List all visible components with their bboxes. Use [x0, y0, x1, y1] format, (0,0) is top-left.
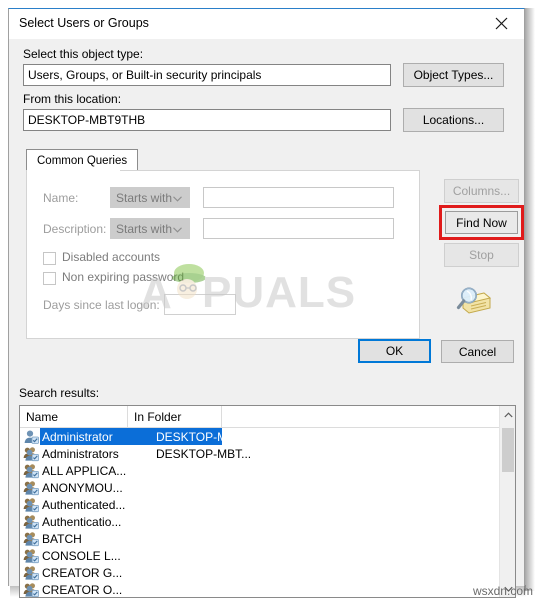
- select-users-or-groups-dialog: Select Users or Groups Select this objec…: [8, 8, 525, 598]
- list-rows: Administrator DESKTOP-MBT... Administrator…: [20, 428, 515, 597]
- cancel-button[interactable]: Cancel: [441, 340, 514, 363]
- cell-name: Authenticated...: [42, 497, 126, 512]
- tab-strip: Common Queries: [26, 149, 420, 171]
- group-icon: [23, 582, 39, 597]
- group-icon: [23, 446, 39, 462]
- cell-name: ANONYMOU...: [42, 480, 123, 495]
- disabled-accounts-label: Disabled accounts: [62, 250, 161, 264]
- cell-name: CONSOLE L...: [42, 548, 121, 563]
- results-scrollbar[interactable]: [499, 406, 515, 597]
- object-types-button[interactable]: Object Types...: [403, 63, 504, 87]
- screenshot-canvas: Select Users or Groups Select this objec…: [0, 0, 535, 599]
- cell-name: Administrator: [42, 429, 113, 444]
- scrollbar-thumb[interactable]: [502, 428, 514, 472]
- object-type-field[interactable]: Users, Groups, or Built-in security prin…: [23, 64, 391, 86]
- columns-button[interactable]: Columns...: [444, 179, 519, 203]
- description-input[interactable]: [203, 218, 394, 239]
- column-header-in-folder[interactable]: In Folder: [128, 406, 222, 427]
- table-row[interactable]: ALL APPLICA...: [20, 462, 515, 479]
- cell-in-folder: DESKTOP-MBT...: [156, 446, 252, 461]
- name-operator-value: Starts with: [116, 190, 173, 205]
- table-row[interactable]: BATCH: [20, 530, 515, 547]
- ok-button[interactable]: OK: [358, 339, 431, 363]
- name-label: Name:: [43, 191, 79, 205]
- location-field[interactable]: DESKTOP-MBT9THB: [23, 109, 391, 131]
- group-icon: [23, 463, 39, 479]
- scroll-up-icon[interactable]: [500, 406, 515, 423]
- group-icon: [23, 514, 39, 530]
- user-icon: [23, 429, 39, 445]
- table-row[interactable]: Authenticated...: [20, 496, 515, 513]
- group-icon: [23, 565, 39, 581]
- description-operator-value: Starts with: [116, 221, 173, 236]
- scroll-down-icon[interactable]: [500, 580, 515, 597]
- cell-name: ALL APPLICA...: [42, 463, 127, 478]
- tab-common-queries[interactable]: Common Queries: [26, 149, 139, 171]
- table-row[interactable]: CREATOR O...: [20, 581, 515, 597]
- days-since-last-logon-input[interactable]: [164, 294, 236, 315]
- table-row[interactable]: Administrator DESKTOP-MBT...: [20, 428, 515, 445]
- table-row[interactable]: CONSOLE L...: [20, 547, 515, 564]
- cell-name: CREATOR G...: [42, 565, 123, 580]
- chevron-down-icon: [173, 222, 182, 236]
- list-header: Name In Folder: [20, 406, 515, 428]
- group-icon: [23, 497, 39, 513]
- name-operator-dropdown[interactable]: Starts with: [110, 187, 190, 208]
- group-icon: [23, 531, 39, 547]
- group-icon: [23, 480, 39, 496]
- group-icon: [23, 548, 39, 564]
- name-input[interactable]: [203, 187, 394, 208]
- find-now-button[interactable]: Find Now: [445, 211, 518, 234]
- object-type-label: Select this object type:: [23, 47, 144, 61]
- close-icon: [495, 17, 508, 30]
- table-row[interactable]: Authenticatio...: [20, 513, 515, 530]
- search-folder-icon: [453, 284, 493, 318]
- title-bar: Select Users or Groups: [9, 9, 524, 39]
- window-title: Select Users or Groups: [19, 16, 149, 30]
- cell-name: Authenticatio...: [42, 514, 122, 529]
- object-type-value: Users, Groups, or Built-in security prin…: [28, 68, 262, 82]
- stop-button[interactable]: Stop: [444, 243, 519, 267]
- cell-name: CREATOR O...: [42, 582, 123, 597]
- table-row[interactable]: Administrators DESKTOP-MBT...: [20, 445, 515, 462]
- description-operator-dropdown[interactable]: Starts with: [110, 218, 190, 239]
- chevron-down-icon: [173, 191, 182, 205]
- locations-button[interactable]: Locations...: [403, 108, 504, 132]
- search-results-label: Search results:: [19, 386, 100, 400]
- table-row[interactable]: CREATOR G...: [20, 564, 515, 581]
- days-since-last-logon-label: Days since last logon:: [43, 298, 160, 312]
- dialog-body: Select this object type: Users, Groups, …: [9, 39, 524, 598]
- location-label: From this location:: [23, 92, 122, 106]
- table-row[interactable]: ANONYMOU...: [20, 479, 515, 496]
- cell-in-folder: DESKTOP-MBT...: [156, 429, 252, 444]
- column-header-name[interactable]: Name: [20, 406, 128, 427]
- search-results-list[interactable]: Name In Folder Administrator DESKTOP-MBT.…: [19, 405, 516, 598]
- tab-panel-seam: [27, 170, 120, 172]
- disabled-accounts-checkbox[interactable]: [43, 252, 56, 265]
- dialog-shadow-right: [524, 8, 535, 591]
- cell-name: Administrators: [42, 446, 119, 461]
- description-label: Description:: [43, 222, 107, 236]
- cell-name: BATCH: [42, 531, 82, 546]
- close-button[interactable]: [479, 9, 524, 38]
- non-expiring-password-checkbox[interactable]: [43, 272, 56, 285]
- non-expiring-password-label: Non expiring password: [62, 270, 185, 284]
- location-value: DESKTOP-MBT9THB: [28, 113, 146, 127]
